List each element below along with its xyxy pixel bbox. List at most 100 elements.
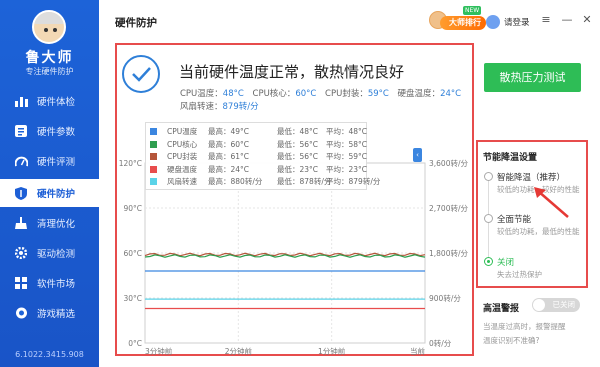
sidebar-item-hardware-benchmark[interactable]: 硬件评测 [0,147,99,175]
sidebar-item-label: 硬件体检 [37,97,76,108]
status-title: 当前硬件温度正常，散热情况良好 [179,63,405,81]
y-tick-label: 0°C [128,339,142,348]
cpu-package-value: 59°C [367,89,389,99]
legend-row: CPU核心 最高：60°C 最低：56°C 平均：58°C [150,139,368,150]
legend-swatch [150,178,157,186]
page-title: 硬件防护 [115,17,157,29]
legend-high: 最高：61°C [208,152,250,162]
readings-row: CPU温度：48°C CPU核心：60°C CPU封装：59°C 硬盘温度：24… [180,89,462,99]
app-tagline: 专注硬件防护 [25,67,74,76]
gear-icon [14,246,28,260]
sidebar-item-cleanup[interactable]: 清理优化 [0,209,99,237]
minimize-button[interactable]: — [561,13,573,26]
y-tick-label: 30°C [123,294,142,303]
full-saving-radio[interactable] [484,214,493,223]
annotation-arrow-icon [534,187,569,218]
y2-tick-label: 3,600转/分 [429,158,468,168]
app-name: 鲁大师 [25,50,74,66]
legend-row: CPU温度 最高：49°C 最低：48°C 平均：48°C [150,126,368,137]
legend-low: 最低：56°C [277,152,319,162]
legend-series-name: CPU封装 [167,152,198,162]
legend-series-name: CPU温度 [167,127,198,136]
chart-legend: CPU温度 最高：49°C 最低：48°C 平均：48°C CPU核心 最高：60°C 最低… [145,122,380,190]
legend-row: 硬盘温度 最高：24°C 最低：23°C 平均：23°C [150,164,368,175]
sidebar-item-game-picks[interactable]: 游戏精选 [0,299,99,327]
legend-series-name: CPU核心 [167,139,198,149]
sidebar-item-hardware-protection[interactable]: 硬件防护 [0,179,99,207]
app-logo [32,10,66,44]
legend-avg: 平均：48°C [326,127,368,136]
rank-button[interactable]: 大师排行 [440,16,486,30]
sidebar-item-driver-check[interactable]: 驱动检测 [0,239,99,267]
y2-tick-label: 1,800转/分 [429,248,468,258]
list-icon [14,124,28,138]
sidebar-item-label: 硬件防护 [37,189,76,200]
smart-cooling-radio[interactable] [484,172,493,181]
sidebar: 鲁大师 专注硬件防护 硬件体检 硬件参数 硬件评测 硬件防护 清理优化 驱动检测… [0,0,99,367]
disk-temp-value: 24°C [440,89,462,99]
smart-cooling-label[interactable]: 智能降温（推荐） [497,171,565,183]
sidebar-item-label: 硬件评测 [37,157,76,168]
alarm-description: 当温度过高时，报警提醒 [483,322,566,331]
game-icon [14,306,28,320]
sidebar-item-label: 清理优化 [37,219,76,230]
cooling-title: 节能降温设置 [483,153,538,163]
off-desc: 失去过热保护 [497,270,542,279]
login-button[interactable]: 请登录 [486,15,530,29]
x-tick-label: 3分钟前 [145,346,173,356]
login-label: 请登录 [504,18,530,28]
legend-series-name: 风扇转速 [167,177,197,187]
full-saving-desc: 较低的功耗，最低的性能 [497,227,580,236]
legend-high: 最高：24°C [208,164,250,174]
y2-tick-label: 2,700转/分 [429,203,468,213]
legend-swatch [150,140,157,148]
sidebar-item-label: 硬件参数 [37,127,76,138]
sidebar-item-label: 驱动检测 [37,249,76,260]
close-button[interactable]: ✕ [581,13,593,26]
legend-swatch [150,153,157,161]
legend-swatch [150,128,157,135]
y-tick-label: 60°C [123,249,142,258]
legend-low: 最低：56°C [277,139,319,149]
legend-low: 最低：23°C [277,164,319,174]
alarm-toggle[interactable]: 已关闭 [532,298,580,312]
legend-swatch [150,165,157,173]
legend-high: 最高：49°C [208,127,250,136]
legend-low: 最低：48°C [277,127,319,136]
legend-toggle[interactable]: ‹ [413,148,422,162]
legend-high: 最高：880转/分 [208,177,263,187]
check-icon [122,55,160,93]
cpu-core-value: 60°C [295,89,317,99]
new-badge: NEW [463,6,482,15]
legend-avg: 平均：58°C [326,139,368,149]
y-tick-label: 90°C [123,204,142,213]
broom-icon [14,216,28,230]
full-saving-label[interactable]: 全面节能 [497,213,531,225]
off-label[interactable]: 关闭 [497,256,514,268]
user-icon [486,15,500,29]
y2-tick-label: 0转/分 [429,338,452,348]
alarm-title: 高温警报 [483,304,520,314]
sidebar-item-hardware-params[interactable]: 硬件参数 [0,117,99,145]
legend-low: 最低：878转/分 [277,177,332,187]
legend-avg: 平均：879转/分 [326,177,381,187]
x-tick-label: 1分钟前 [318,346,346,356]
sidebar-item-software-market[interactable]: 软件市场 [0,269,99,297]
legend-avg: 平均：59°C [326,152,368,162]
legend-row: CPU封装 最高：61°C 最低：56°C 平均：59°C [150,151,368,162]
grid-icon [14,276,28,290]
off-radio[interactable] [484,257,493,266]
y2-tick-label: 900转/分 [429,293,461,303]
menu-button[interactable]: ≡ [540,13,552,26]
chart-icon [14,94,28,108]
legend-avg: 平均：23°C [326,164,368,174]
stress-test-button[interactable]: 散热压力测试 [484,63,581,92]
sidebar-item-hardware-check[interactable]: 硬件体检 [0,87,99,115]
legend-series-name: 硬盘温度 [167,164,197,174]
speed-icon [14,154,28,168]
shield-icon [14,186,28,200]
x-tick-label: 2分钟前 [225,346,253,356]
y-tick-label: 120°C [119,159,142,168]
temp-inaccurate-link[interactable]: 温度识别不准确? [483,335,539,346]
version-label: 6.1022.3415.908 [15,350,84,359]
